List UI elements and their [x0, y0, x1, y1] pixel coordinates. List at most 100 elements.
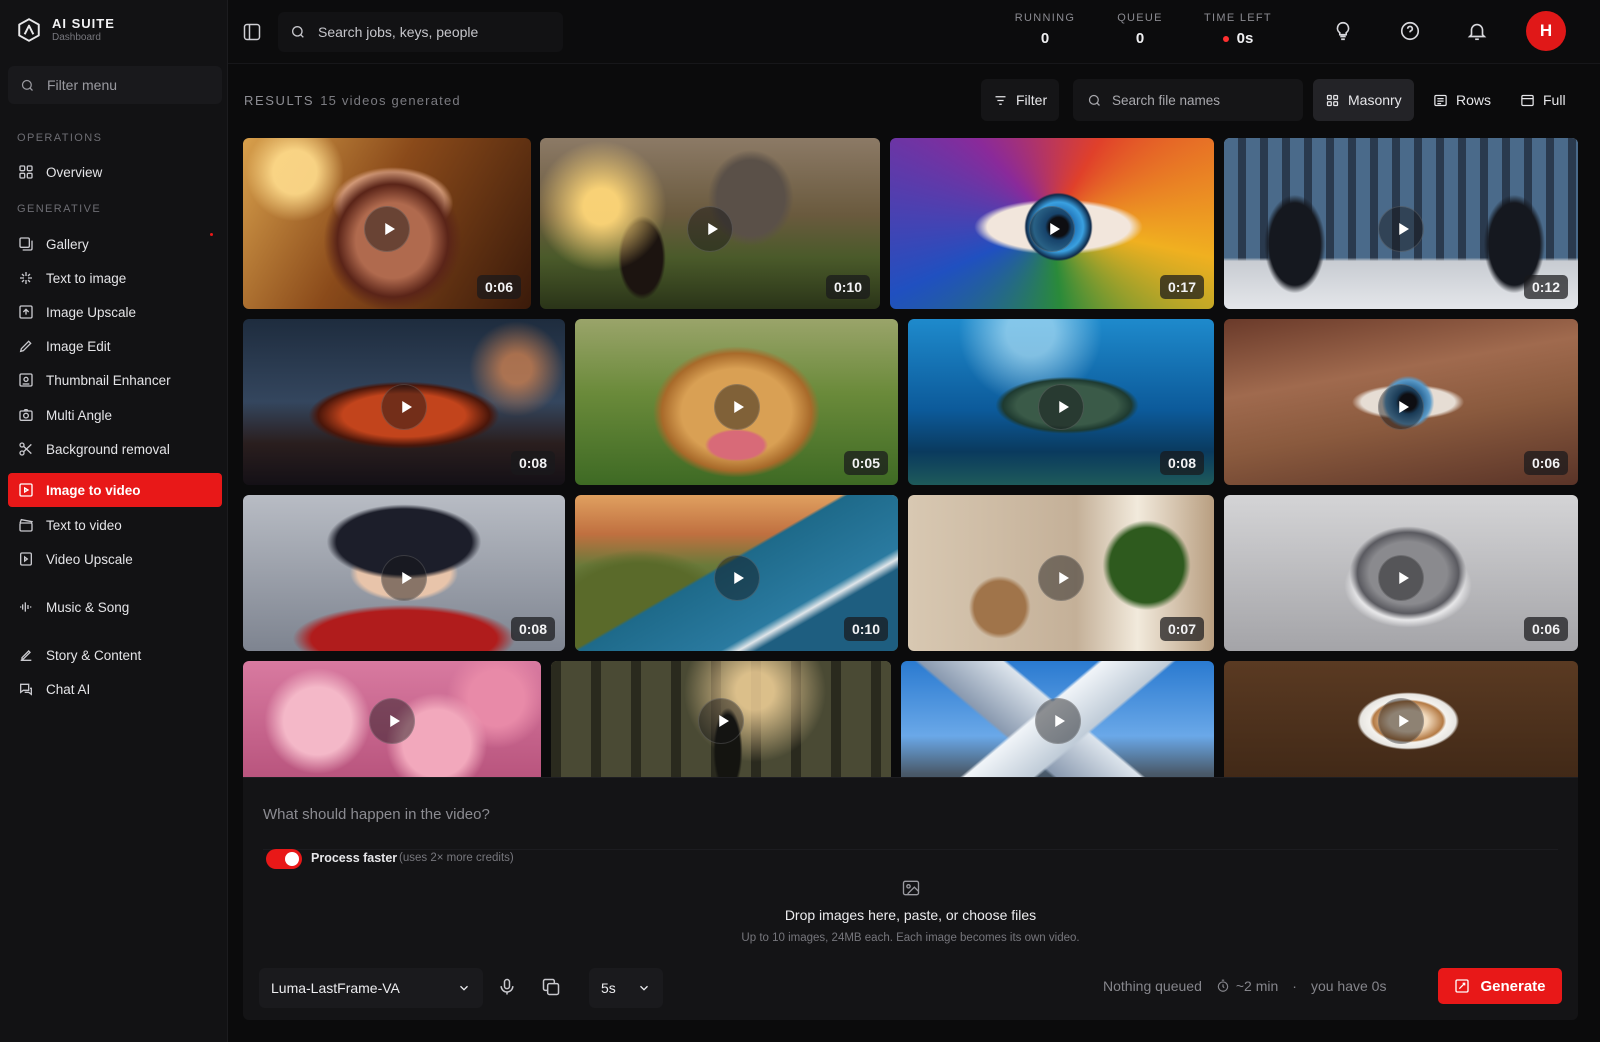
video-card[interactable] [551, 661, 891, 778]
sidebar-item-image-edit[interactable]: Image Edit [8, 329, 222, 363]
sidebar-item-background-removal[interactable]: Background removal [8, 432, 222, 466]
video-card[interactable]: 0:10 [540, 138, 880, 309]
sidebar-item-thumbnail-enhancer[interactable]: Thumbnail Enhancer [8, 363, 222, 397]
user-avatar[interactable]: H [1526, 11, 1566, 51]
sidebar-toggle-icon[interactable] [242, 22, 262, 42]
sidebar-item-text-to-image[interactable]: Text to image [8, 261, 222, 295]
video-card[interactable] [243, 661, 541, 778]
video-duration: 0:08 [1159, 451, 1204, 475]
search-icon [292, 26, 304, 38]
video-card[interactable]: 0:12 [1224, 138, 1578, 309]
sidebar-item-text-to-video[interactable]: Text to video [8, 508, 222, 542]
generate-button[interactable]: Generate [1438, 968, 1562, 1004]
play-icon [1055, 715, 1065, 727]
app-subtitle: Dashboard [52, 32, 101, 43]
duration-select[interactable]: 5s [589, 968, 663, 1008]
play-button[interactable] [381, 554, 427, 601]
filter-menu-input[interactable]: Filter menu [8, 66, 222, 104]
bell-icon[interactable] [1466, 20, 1488, 42]
sparkle-icon [20, 272, 32, 284]
play-button[interactable] [381, 383, 427, 430]
image-video-icon [19, 483, 33, 497]
video-gallery: 0:06 0:10 0:17 0:12 0:08 0:05 0:08 0:06 [243, 138, 1578, 778]
duration-select-value: 5s [601, 980, 616, 996]
play-icon [389, 715, 400, 727]
video-card[interactable]: 0:05 [575, 319, 898, 485]
play-button[interactable] [369, 698, 415, 744]
play-button[interactable] [364, 205, 410, 252]
stat-label: QUEUE [1117, 12, 1163, 24]
play-button[interactable] [687, 205, 733, 252]
video-card[interactable]: 0:08 [908, 319, 1214, 485]
sidebar-item-chat-ai[interactable]: Chat AI [8, 672, 222, 706]
play-button[interactable] [1378, 554, 1424, 601]
play-icon [1058, 571, 1069, 584]
filter-button[interactable]: Filter [981, 79, 1060, 121]
video-card[interactable]: 0:06 [243, 138, 531, 309]
chat-icon [20, 683, 32, 696]
play-icon [734, 571, 744, 584]
model-select-value: Luma-LastFrame-VA [271, 980, 400, 996]
stat-value: 0 [1135, 30, 1145, 47]
app-title: AI SUITE [52, 16, 115, 31]
clapper-icon [19, 518, 33, 532]
play-button[interactable] [698, 698, 744, 744]
generate-icon [1455, 979, 1470, 993]
prompt-input[interactable]: What should happen in the video? [263, 790, 1558, 850]
eta-value: ~2 min [1235, 978, 1279, 994]
global-search-input[interactable]: Search jobs, keys, people [278, 12, 563, 52]
play-button[interactable] [713, 554, 760, 601]
sidebar-item-story-content[interactable]: Story & Content [8, 638, 222, 672]
view-rows-button[interactable]: Rows [1421, 79, 1503, 121]
play-button[interactable] [1378, 698, 1424, 744]
video-card[interactable]: 0:10 [575, 495, 898, 651]
video-duration: 0:06 [476, 275, 521, 299]
pen-icon [19, 340, 32, 353]
play-icon [401, 571, 412, 584]
stat-label: RUNNING [1014, 12, 1076, 24]
view-full-button[interactable]: Full [1508, 79, 1578, 121]
video-card[interactable]: 0:07 [908, 495, 1214, 651]
file-search-input[interactable]: Search file names [1073, 79, 1303, 121]
view-masonry-button[interactable]: Masonry [1313, 79, 1414, 121]
play-button[interactable] [1038, 554, 1084, 601]
sidebar-item-music-song[interactable]: Music & Song [8, 590, 222, 624]
results-header: RESULTS 15 videos generated [244, 93, 461, 108]
play-button[interactable] [1029, 205, 1075, 252]
play-button[interactable] [1378, 383, 1424, 430]
microphone-icon[interactable] [497, 977, 517, 997]
sidebar-item-image-to-video[interactable]: Image to video [8, 473, 222, 507]
stat-label: TIME LEFT [1204, 12, 1272, 24]
sidebar-item-label: Text to image [46, 270, 127, 286]
model-select[interactable]: Luma-LastFrame-VA [259, 968, 483, 1008]
app-logo[interactable]: AI SUITE Dashboard [16, 16, 115, 43]
sidebar-item-multi-angle[interactable]: Multi Angle [8, 398, 222, 432]
sidebar-item-image-upscale[interactable]: Image Upscale [8, 295, 222, 329]
video-card[interactable]: 0:08 [243, 319, 565, 485]
video-duration: 0:17 [1159, 275, 1204, 299]
lightbulb-icon[interactable] [1332, 20, 1354, 42]
play-button[interactable] [1378, 205, 1424, 252]
video-card[interactable]: 0:06 [1224, 319, 1578, 485]
video-card[interactable]: 0:17 [890, 138, 1214, 309]
video-card[interactable]: 0:06 [1224, 495, 1578, 651]
video-card[interactable] [901, 661, 1214, 778]
play-button[interactable] [1038, 383, 1084, 430]
copy-images-icon[interactable] [541, 977, 561, 997]
sidebar-item-gallery[interactable]: Gallery [8, 227, 222, 261]
stat-running: RUNNING 0 [1014, 12, 1076, 47]
sidebar-item-overview[interactable]: Overview [8, 155, 222, 189]
process-faster-hint: (uses 2× more credits) [399, 852, 514, 864]
help-icon[interactable] [1399, 20, 1421, 42]
process-faster-toggle[interactable] [266, 849, 302, 869]
results-count: 15 videos generated [320, 93, 461, 108]
sidebar-item-video-upscale[interactable]: Video Upscale [8, 542, 222, 576]
image-drop-zone[interactable]: Drop images here, paste, or choose files… [263, 878, 1558, 958]
play-button[interactable] [713, 383, 760, 430]
sidebar-item-label: Chat AI [46, 681, 91, 697]
video-card[interactable]: 0:08 [243, 495, 565, 651]
video-duration: 0:10 [825, 275, 870, 299]
video-card[interactable] [1224, 661, 1578, 778]
thumbnail-icon [19, 373, 33, 387]
play-button[interactable] [1034, 698, 1081, 744]
